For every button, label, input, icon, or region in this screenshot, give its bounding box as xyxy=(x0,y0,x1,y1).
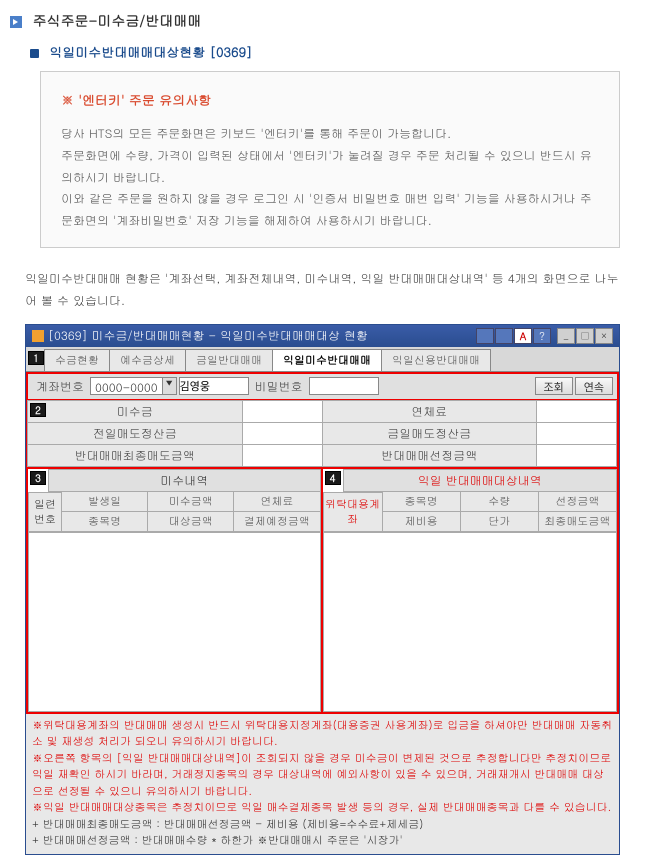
lbl-misu: 미수금 xyxy=(28,401,242,422)
account-row: 계좌번호 0000-0000 ▼ 비밀번호 조회 연속 xyxy=(28,374,617,399)
foot-n1: ※위탁대용계좌의 반대매매 생성시 반드시 위탁대용지정계좌(대용증권 사용계좌… xyxy=(32,718,613,751)
section-2-frame: 2 미수금 연체료 전일매도정산금 금일매도정산금 반대매매최종매도금액 반대매… xyxy=(26,401,619,469)
tool-icon-a[interactable]: A xyxy=(514,328,532,344)
name-field[interactable] xyxy=(179,377,249,395)
tab-3[interactable]: 익일미수반대매매 xyxy=(272,349,382,371)
tab-0[interactable]: 수금현황 xyxy=(44,349,110,371)
foot-n3: ※익일 반대매매대상종목은 추정치이므로 익일 매수결제종목 발생 등의 경우,… xyxy=(32,800,613,817)
lbl-geumil: 금일매도정산금 xyxy=(323,423,537,444)
lh2: 미수금액 xyxy=(147,491,234,512)
subtitle-text: 익일미수반대매매대상현황 [0369] xyxy=(49,42,252,61)
content-area: 계좌번호 0000-0000 ▼ 비밀번호 조회 연속 2 미수금 연체료 전 xyxy=(26,371,619,854)
summary-grid: 미수금 연체료 전일매도정산금 금일매도정산금 반대매매최종매도금액 반대매매선… xyxy=(28,401,617,467)
tab-2[interactable]: 금일반대매매 xyxy=(185,349,273,371)
lh6: 결제예정금액 xyxy=(233,511,320,532)
rh1: 종목명 xyxy=(382,491,461,512)
password-field[interactable] xyxy=(309,377,379,395)
rh3: 선정금액 xyxy=(538,491,617,512)
window-title: [0369] 미수금/반대매매현황 - 익일미수반대매매대상 현황 xyxy=(48,327,476,344)
tab-4[interactable]: 익일신용반대매매 xyxy=(381,349,491,371)
lh4: 종목명 xyxy=(61,511,148,532)
tab-1[interactable]: 예수금상세 xyxy=(109,349,186,371)
lh5: 대상금액 xyxy=(147,511,234,532)
window-controls: _ □ × xyxy=(557,328,613,344)
acct-label: 계좌번호 xyxy=(32,376,88,397)
query-button[interactable]: 조회 xyxy=(535,377,573,395)
lbl-jeonil: 전일매도정산금 xyxy=(28,423,242,444)
left-title: 미수내역 xyxy=(48,469,321,492)
foot-n5: + 반대매매선정금액 : 반대매매수량 * 하한가 ※반대매매시 주문은 '시장… xyxy=(32,833,613,850)
tool-icon-2[interactable] xyxy=(495,328,513,344)
val-jeonil xyxy=(242,423,322,444)
rh5: 단가 xyxy=(460,511,539,532)
right-data-grid[interactable] xyxy=(323,532,618,712)
bullet-icon xyxy=(30,49,39,58)
help-icon[interactable]: ? xyxy=(533,328,551,344)
intro-text: 익일미수반대매매 현황은 '계좌선택, 계좌전체내역, 미수내역, 익일 반대매… xyxy=(25,268,620,311)
titlebar: [0369] 미수금/반대매매현황 - 익일미수반대매매대상 현황 A ? _ … xyxy=(26,325,619,347)
lbl-bandae-final: 반대매매최종매도금액 xyxy=(28,445,242,466)
pwd-label: 비밀번호 xyxy=(251,376,307,397)
lbl-bandae-select: 반대매매선정금액 xyxy=(323,445,537,466)
marker-2: 2 xyxy=(30,403,46,417)
val-bandae-final xyxy=(242,445,322,466)
lh3: 연체료 xyxy=(233,491,320,512)
notice-p3: 이와 같은 주문을 원하지 않을 경우 로그인 시 '인증서 비밀번호 매번 입… xyxy=(61,188,599,231)
left-data-grid[interactable] xyxy=(28,532,321,712)
breadcrumb: 주식주문-미수금/반대매매 xyxy=(10,10,645,30)
tab-bar: 1 수금현황 예수금상세 금일반대매매 익일미수반대매매 익일신용반대매매 xyxy=(26,347,619,371)
val-misu xyxy=(242,401,322,422)
arrow-icon xyxy=(10,16,22,28)
notice-p2: 주문화면에 수량, 가격이 입력된 상태에서 '엔터키'가 눌려질 경우 주문 … xyxy=(61,145,599,188)
acct-value: 0000-0000 xyxy=(91,378,162,394)
left-pane: 3 미수내역 일련 번호 발생일 미수금액 연체료 xyxy=(28,469,323,712)
foot-n2: ※오른쪽 항목의 [익일 반대매매대상내역]이 조회되지 않을 경우 미수금이 … xyxy=(32,751,613,801)
maximize-button[interactable]: □ xyxy=(576,328,594,344)
lh1: 발생일 xyxy=(61,491,148,512)
val-geumil xyxy=(536,423,616,444)
val-yeonche xyxy=(536,401,616,422)
toolbar-icons: A ? xyxy=(476,328,551,344)
right-title: 익일 반대매매대상내역 xyxy=(343,469,618,492)
right-side-label: 위탁대용계좌 xyxy=(323,492,383,532)
notice-p1: 당사 HTS의 모든 주문화면은 키보드 '엔터키'를 통해 주문이 가능합니다… xyxy=(61,123,599,145)
page-subtitle: 익일미수반대매매대상현황 [0369] xyxy=(30,42,645,61)
hts-window: [0369] 미수금/반대매매현황 - 익일미수반대매매대상 현황 A ? _ … xyxy=(25,324,620,855)
marker-1: 1 xyxy=(28,351,44,365)
notice-title: ※ '엔터키' 주문 유의사항 xyxy=(61,88,599,111)
chevron-down-icon[interactable]: ▼ xyxy=(162,378,176,394)
rh6: 최종매도금액 xyxy=(538,511,617,532)
breadcrumb-text: 주식주문-미수금/반대매매 xyxy=(33,10,202,30)
section-34-frame: 3 미수내역 일련 번호 발생일 미수금액 연체료 xyxy=(26,469,619,714)
minimize-button[interactable]: _ xyxy=(557,328,575,344)
right-pane: 4 익일 반대매매대상내역 위탁대용계좌 종목명 수량 선정금액 xyxy=(323,469,618,712)
section-1-frame: 계좌번호 0000-0000 ▼ 비밀번호 조회 연속 xyxy=(26,372,619,401)
marker-4: 4 xyxy=(325,471,341,485)
left-row-label: 일련 번호 xyxy=(28,492,62,532)
continuous-button[interactable]: 연속 xyxy=(575,377,613,395)
foot-n4: + 반대매매최종매도금액 : 반대매매선정금액 - 제비용 (제비용=수수료+제… xyxy=(32,817,613,834)
app-icon xyxy=(32,330,44,342)
rh2: 수량 xyxy=(460,491,539,512)
notice-box: ※ '엔터키' 주문 유의사항 당사 HTS의 모든 주문화면은 키보드 '엔터… xyxy=(40,71,620,248)
rh4: 제비용 xyxy=(382,511,461,532)
val-bandae-select xyxy=(536,445,616,466)
tool-icon-1[interactable] xyxy=(476,328,494,344)
acct-combo[interactable]: 0000-0000 ▼ xyxy=(90,377,177,395)
close-button[interactable]: × xyxy=(595,328,613,344)
footnotes: ※위탁대용계좌의 반대매매 생성시 반드시 위탁대용지정계좌(대용증권 사용계좌… xyxy=(26,714,619,854)
lbl-yeonche: 연체료 xyxy=(323,401,537,422)
marker-3: 3 xyxy=(30,471,46,485)
split-panes: 3 미수내역 일련 번호 발생일 미수금액 연체료 xyxy=(28,469,617,712)
